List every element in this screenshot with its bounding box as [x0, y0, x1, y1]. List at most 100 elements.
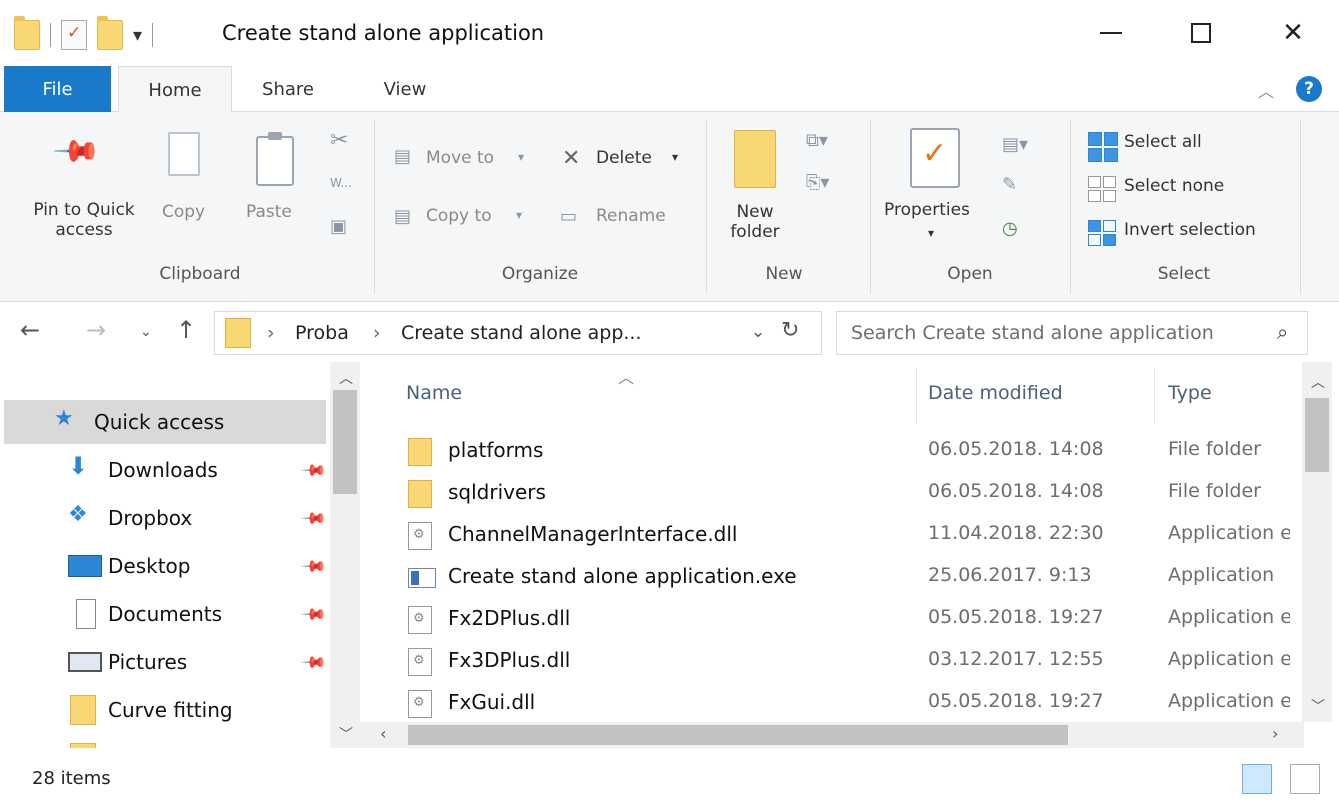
pin-to-quick-access-button[interactable]: Pin to Quick access: [20, 200, 148, 240]
tab-view[interactable]: View: [370, 66, 440, 112]
up-button[interactable]: ↑: [176, 316, 196, 344]
properties-button[interactable]: Properties: [884, 200, 970, 220]
file-row[interactable]: Fx3DPlus.dll 03.12.2017. 12:55 Applicati…: [404, 642, 1304, 684]
tab-file[interactable]: File: [4, 66, 111, 112]
select-none-button[interactable]: Select none: [1124, 176, 1224, 196]
nav-item-curve-fitting[interactable]: Curve fitting: [4, 688, 326, 732]
customize-toolbar-dropdown[interactable]: ▾: [133, 25, 142, 46]
minimize-button[interactable]: [1086, 10, 1136, 56]
properties-icon[interactable]: [61, 20, 87, 50]
scroll-left-icon[interactable]: ‹: [380, 724, 386, 743]
breadcrumb-current-folder[interactable]: Create stand alone app...: [401, 322, 642, 344]
window-title: Create stand alone application: [222, 21, 545, 45]
back-button[interactable]: ←: [20, 316, 40, 344]
nav-item-pictures[interactable]: Pictures 📌: [4, 640, 328, 684]
refresh-icon[interactable]: ↻: [781, 318, 799, 343]
rename-button[interactable]: Rename: [596, 206, 666, 226]
recent-locations-button[interactable]: ⌄: [140, 324, 152, 340]
nav-item-dropbox[interactable]: ❖ Dropbox 📌: [4, 496, 328, 540]
scrollbar-thumb[interactable]: [333, 390, 357, 494]
new-folder-label-line1: New: [736, 202, 774, 222]
file-list-scrollbar[interactable]: ︿ ﹀: [1302, 362, 1332, 722]
pin-icon[interactable]: 📌: [300, 504, 328, 532]
paste-shortcut-icon[interactable]: ▣: [330, 216, 347, 237]
pin-icon[interactable]: 📌: [300, 600, 328, 628]
cut-icon[interactable]: ✂: [330, 128, 348, 153]
nav-item-downloads[interactable]: ⬇ Downloads 📌: [4, 448, 328, 492]
minimize-icon: [1100, 32, 1122, 34]
close-button[interactable]: ✕: [1268, 10, 1318, 56]
details-view-button[interactable]: [1242, 764, 1272, 794]
column-header-name[interactable]: Name: [406, 382, 462, 404]
address-dropdown-icon[interactable]: ⌄: [751, 322, 765, 342]
nav-item-partial[interactable]: [4, 736, 326, 748]
edit-icon[interactable]: ✎: [1002, 174, 1017, 195]
scrollbar-thumb[interactable]: [408, 725, 1068, 745]
pin-icon[interactable]: 📌: [300, 552, 328, 580]
new-folder-button[interactable]: New folder: [722, 202, 788, 242]
nav-item-quick-access[interactable]: ★ Quick access: [4, 400, 326, 444]
horizontal-scrollbar[interactable]: ‹ ›: [360, 722, 1304, 748]
address-bar[interactable]: › Proba › Create stand alone app... ⌄ ↻: [214, 311, 822, 355]
column-divider[interactable]: [916, 368, 917, 424]
pin-icon[interactable]: 📌: [300, 456, 328, 484]
file-row[interactable]: platforms 06.05.2018. 14:08 File folder: [404, 432, 1304, 474]
file-row[interactable]: FxGui.dll 05.05.2018. 19:27 Application …: [404, 684, 1304, 726]
new-item-icon[interactable]: ⧉▾: [806, 130, 828, 151]
new-folder-icon[interactable]: [97, 16, 123, 50]
forward-button[interactable]: →: [86, 316, 106, 344]
search-icon[interactable]: ⌕: [1277, 320, 1288, 344]
toolbar-divider: [152, 23, 154, 47]
pin-icon[interactable]: 📌: [300, 648, 328, 676]
nav-item-desktop[interactable]: Desktop 📌: [4, 544, 328, 588]
column-divider[interactable]: [1154, 368, 1155, 424]
scroll-right-icon[interactable]: ›: [1272, 724, 1278, 743]
group-divider: [706, 120, 707, 294]
scroll-up-icon[interactable]: ︿: [1311, 372, 1325, 392]
nav-pane-scrollbar[interactable]: ︿ ﹀: [330, 362, 360, 748]
file-date: 06.05.2018. 14:08: [928, 480, 1104, 502]
breadcrumb-proba[interactable]: Proba: [295, 322, 349, 344]
navigation-bar: ← → ⌄ ↑ › Proba › Create stand alone app…: [0, 302, 1339, 362]
nav-item-documents[interactable]: Documents 📌: [4, 592, 328, 636]
folder-icon[interactable]: [14, 16, 40, 50]
tab-share[interactable]: Share: [248, 66, 328, 112]
file-date: 06.05.2018. 14:08: [928, 438, 1104, 460]
maximize-button[interactable]: [1176, 10, 1226, 56]
tab-home[interactable]: Home: [118, 66, 232, 113]
column-header-type[interactable]: Type: [1168, 382, 1212, 404]
move-to-icon: ▤: [394, 146, 412, 167]
breadcrumb-separator[interactable]: ›: [267, 322, 275, 344]
search-box[interactable]: Search Create stand alone application ⌕: [836, 311, 1308, 355]
paste-button[interactable]: Paste: [246, 202, 292, 222]
properties-chevron-icon[interactable]: ▾: [928, 226, 934, 240]
delete-button[interactable]: Delete: [596, 148, 652, 168]
copy-button[interactable]: Copy: [162, 202, 205, 222]
invert-selection-button[interactable]: Invert selection: [1124, 220, 1256, 240]
file-row[interactable]: ChannelManagerInterface.dll 11.04.2018. …: [404, 516, 1304, 558]
file-name: Fx2DPlus.dll: [448, 606, 571, 630]
select-all-button[interactable]: Select all: [1124, 132, 1202, 152]
easy-access-icon[interactable]: ⎘▾: [806, 172, 829, 193]
delete-chevron-icon[interactable]: ▾: [672, 150, 678, 164]
breadcrumb-separator[interactable]: ›: [373, 322, 381, 344]
help-icon[interactable]: ?: [1296, 76, 1322, 102]
file-row[interactable]: sqldrivers 06.05.2018. 14:08 File folder: [404, 474, 1304, 516]
file-list: ︿ Name Date modified Type platforms 06.0…: [360, 362, 1339, 748]
column-header-date-modified[interactable]: Date modified: [928, 382, 1063, 404]
paste-icon: [256, 132, 294, 186]
file-row[interactable]: Fx2DPlus.dll 05.05.2018. 19:27 Applicati…: [404, 600, 1304, 642]
copy-to-button[interactable]: Copy to: [426, 206, 492, 226]
scroll-up-icon[interactable]: ︿: [339, 368, 353, 388]
scrollbar-thumb[interactable]: [1305, 398, 1329, 472]
history-icon[interactable]: ◷: [1002, 218, 1018, 239]
scroll-down-icon[interactable]: ﹀: [1311, 696, 1325, 716]
scroll-down-icon[interactable]: ﹀: [339, 724, 353, 744]
large-icons-view-button[interactable]: [1290, 764, 1320, 794]
copy-path-icon[interactable]: W...: [330, 176, 352, 190]
file-row[interactable]: Create stand alone application.exe 25.06…: [404, 558, 1304, 600]
search-input[interactable]: Search Create stand alone application: [851, 322, 1214, 344]
move-to-button[interactable]: Move to: [426, 148, 494, 168]
open-icon[interactable]: ▤▾: [1002, 134, 1028, 155]
collapse-ribbon-icon[interactable]: ︿: [1258, 78, 1274, 102]
